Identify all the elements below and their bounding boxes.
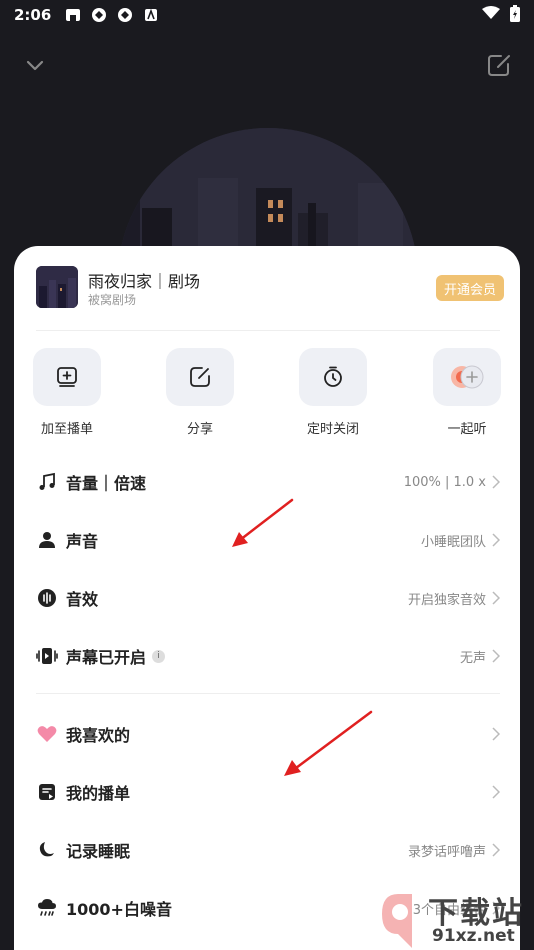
quick-action-label: 定时关闭 — [306, 422, 359, 437]
notification-app-icon-3 — [117, 7, 133, 23]
chevron-right-icon — [492, 843, 502, 857]
album-subtitle: 被窝剧场 — [88, 293, 137, 307]
chevron-right-icon — [492, 727, 502, 741]
wifi-icon — [482, 6, 500, 24]
menu-label: 声音 — [66, 532, 99, 551]
menu-label: 音量｜倍速 — [66, 474, 147, 493]
chevron-right-icon — [492, 785, 502, 799]
music-note-icon — [36, 471, 58, 493]
chevron-right-icon — [492, 591, 502, 605]
notification-app-icon-4 — [143, 7, 159, 23]
menu-label: 音效 — [66, 590, 99, 609]
info-icon[interactable]: i — [152, 649, 166, 663]
player-top-bar — [0, 50, 534, 80]
menu-label: 我喜欢的 — [66, 726, 131, 745]
rain-cloud-icon — [36, 897, 58, 919]
add-to-playlist-button[interactable]: 加至播单 — [27, 348, 107, 437]
menu-my-playlist[interactable]: 我的播单 — [36, 772, 502, 812]
menu-value: 无声 — [459, 650, 486, 666]
menu-label: 我的播单 — [66, 784, 131, 803]
menu-value: 小睡眠团队 — [420, 534, 486, 550]
timer-icon — [324, 366, 342, 387]
chevron-right-icon — [492, 533, 502, 547]
edit-button[interactable] — [486, 52, 512, 78]
quick-actions: 加至播单 分享 定时关闭 一起听 — [14, 348, 520, 438]
menu-label: 1000+白噪音 — [66, 900, 172, 919]
menu-voice[interactable]: 声音 小睡眠团队 — [36, 520, 502, 560]
listen-together-icon — [451, 365, 484, 389]
share-icon — [190, 367, 210, 387]
menu-value: 录梦话呼噜声 — [407, 844, 486, 860]
add-to-playlist-icon — [57, 367, 77, 387]
menu-label: 声幕已开启 — [66, 648, 147, 667]
menu-value: 100% | 1.0 x — [403, 474, 486, 490]
timer-button[interactable]: 定时关闭 — [293, 348, 373, 437]
vibration-icon — [36, 645, 58, 667]
person-icon — [36, 529, 58, 551]
listen-together-button[interactable]: 一起听 — [427, 348, 507, 437]
album-thumbnail — [36, 266, 78, 308]
menu-sound-effect[interactable]: 音效 开启独家音效 — [36, 578, 502, 618]
status-time: 2:06 — [14, 6, 52, 24]
chevron-right-icon — [492, 649, 502, 663]
quick-action-label: 一起听 — [447, 422, 487, 437]
notification-app-icon-2 — [91, 7, 107, 23]
album-info[interactable]: 雨夜归家｜剧场 被窝剧场 开通会员 — [36, 266, 504, 310]
watermark-url: 91xz.net — [432, 926, 515, 946]
quick-action-label: 分享 — [186, 422, 213, 437]
menu-volume-speed[interactable]: 音量｜倍速 100% | 1.0 x — [36, 462, 502, 502]
quick-action-label: 加至播单 — [40, 422, 93, 437]
status-bar: 2:06 — [0, 0, 534, 30]
collapse-button[interactable] — [22, 52, 48, 78]
vip-button[interactable]: 开通会员 — [435, 275, 504, 301]
battery-icon — [510, 4, 520, 26]
notification-app-icon — [65, 7, 81, 23]
moon-icon — [36, 839, 58, 861]
menu-value: 开启独家音效 — [407, 592, 486, 608]
edit-icon — [488, 55, 510, 76]
share-button[interactable]: 分享 — [160, 348, 240, 437]
menu-sleep-record[interactable]: 记录睡眠 录梦话呼噜声 — [36, 830, 502, 870]
menu-favorites[interactable]: 我喜欢的 — [36, 714, 502, 754]
menu-danmaku[interactable]: 声幕已开启 i 无声 — [36, 636, 502, 676]
menu-label: 记录睡眠 — [66, 842, 131, 861]
sound-effect-icon — [36, 587, 58, 609]
chevron-right-icon — [492, 475, 502, 489]
heart-icon — [36, 723, 58, 745]
album-title: 雨夜归家｜剧场 — [88, 272, 201, 291]
chevron-down-icon — [26, 60, 44, 71]
playlist-icon — [36, 781, 58, 803]
divider — [36, 693, 500, 694]
more-options-sheet: 雨夜归家｜剧场 被窝剧场 开通会员 加至播单 分享 定时关闭 一起听 音量｜倍速… — [14, 246, 520, 950]
divider — [36, 330, 500, 331]
